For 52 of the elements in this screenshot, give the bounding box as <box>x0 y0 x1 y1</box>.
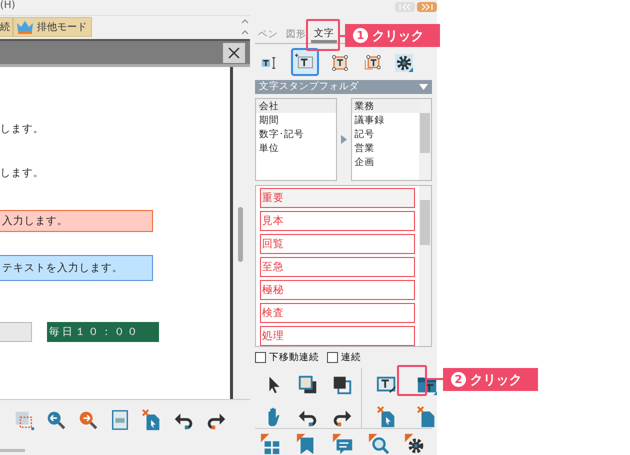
text-edit-icon[interactable] <box>376 374 398 396</box>
stamp-item[interactable]: 回覧 <box>260 234 415 254</box>
folder-item[interactable]: 企画 <box>352 154 419 169</box>
leader-line <box>425 378 443 380</box>
checkbox[interactable]: 連続 <box>327 350 361 364</box>
arrow-icon <box>340 134 346 144</box>
layers-icon[interactable] <box>297 374 319 396</box>
magnifier-icon[interactable] <box>77 409 99 432</box>
folder-item[interactable]: 数字･記号 <box>256 126 336 141</box>
select-region-icon[interactable] <box>13 409 35 432</box>
callout: 2 クリック <box>443 368 538 391</box>
speech-bubble-icon[interactable] <box>332 433 354 455</box>
time-label: 毎日１０：００ <box>47 322 159 342</box>
folder-item[interactable]: 業務 <box>352 98 419 113</box>
checkbox[interactable]: 下移動連続 <box>255 350 319 364</box>
callout: 1 クリック <box>345 24 440 47</box>
stamp-item[interactable]: 至急 <box>260 257 415 278</box>
stamp-item[interactable]: 見本 <box>260 211 415 232</box>
settings-icon[interactable] <box>404 433 426 455</box>
folder-item[interactable]: 単位 <box>256 140 336 155</box>
folder-item[interactable]: 会社 <box>256 98 336 113</box>
highlight-frame <box>397 365 427 396</box>
dropdown-arrow-icon <box>419 84 428 90</box>
search-icon[interactable] <box>368 433 390 455</box>
stamp-item[interactable]: 検査 <box>260 303 415 324</box>
stamp-item[interactable]: 重要 <box>260 188 415 208</box>
tiles-icon[interactable] <box>260 433 282 455</box>
folder-item[interactable]: 期間 <box>256 112 336 127</box>
close-button[interactable] <box>223 42 245 63</box>
scrollbar[interactable] <box>419 186 431 346</box>
layers-icon[interactable] <box>331 374 353 396</box>
document-text: します。 <box>0 122 44 136</box>
text-box: 入力します。 <box>0 210 153 232</box>
text-box-icon[interactable] <box>291 48 319 76</box>
document-text: します。 <box>0 166 44 180</box>
toolbar-button[interactable]: 続 <box>0 17 13 38</box>
folder-item[interactable]: 議事録 <box>352 112 419 127</box>
tab[interactable]: 文字 <box>311 26 337 43</box>
stamp-item[interactable]: 処理 <box>260 326 415 346</box>
close-icon <box>228 46 240 59</box>
toolbar-button[interactable]: 排他モード <box>13 17 92 38</box>
magnifier-icon[interactable] <box>45 409 67 432</box>
folder-item[interactable]: 記号 <box>352 126 419 141</box>
highlight-frame <box>306 19 340 51</box>
folder-item[interactable]: 営業 <box>352 140 419 155</box>
scrollbar[interactable] <box>419 98 431 180</box>
menu-item[interactable]: (H) <box>0 0 16 11</box>
crown-icon <box>16 20 34 34</box>
stamp-item[interactable]: 極秘 <box>260 280 415 300</box>
page-icon[interactable] <box>109 409 131 432</box>
text-box: テキストを入力します。 <box>0 255 153 282</box>
input-field[interactable] <box>0 322 32 342</box>
